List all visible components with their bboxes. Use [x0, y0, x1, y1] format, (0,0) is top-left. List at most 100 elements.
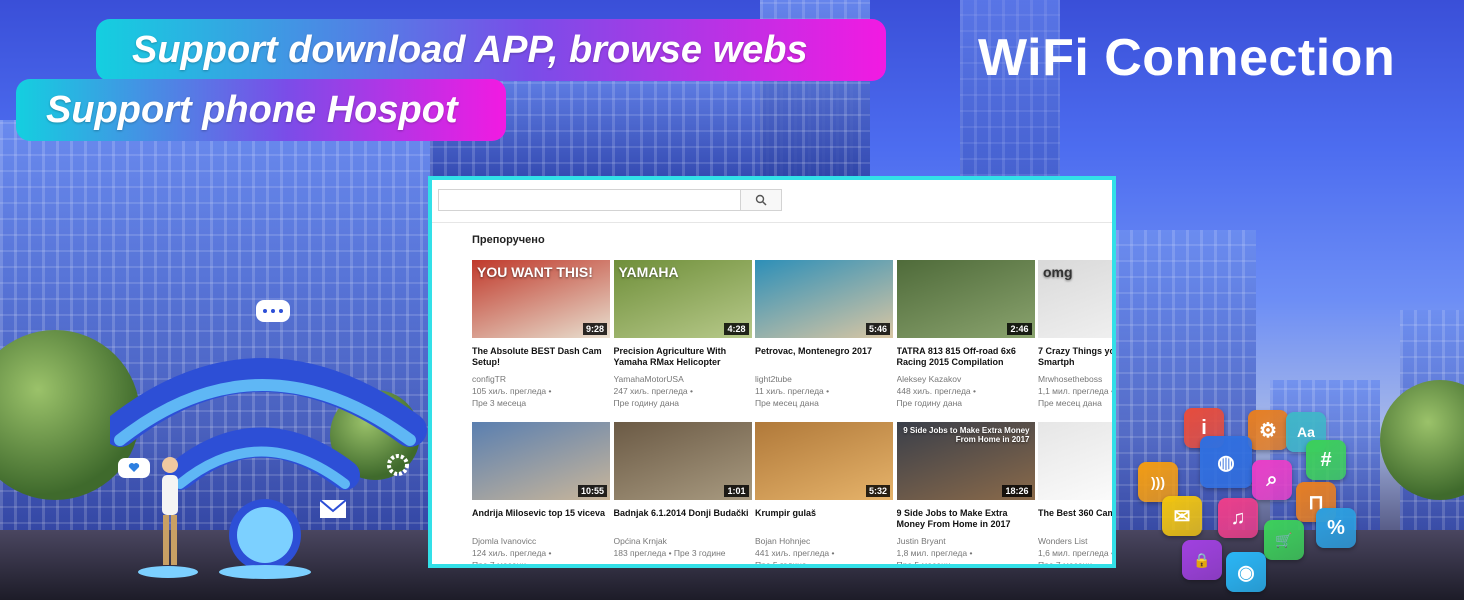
video-thumbnail[interactable]: YAMAHA 4:28 [613, 260, 752, 338]
app-icon-glyph: # [1320, 448, 1332, 471]
video-thumbnail[interactable] [1038, 422, 1112, 500]
video-duration: 5:32 [865, 485, 890, 497]
video-card[interactable]: omg 7 Crazy Things you with your Smartph M… [1038, 260, 1114, 409]
video-channel[interactable]: Bojan Hohnjec [755, 535, 893, 547]
wifi-connection-title: WiFi Connection [978, 29, 1396, 87]
app-icon-glyph: 🛒 [1275, 531, 1293, 548]
app-icon-glyph: 🔒 [1193, 551, 1211, 568]
camera-icon: ◉ [1226, 552, 1266, 592]
video-card[interactable]: 9 Side Jobs to Make Extra Money From Hom… [896, 422, 1035, 568]
video-age: Пре 5 месеци [896, 560, 951, 568]
video-card[interactable]: 2:46 TATRA 813 815 Off-road 6x6 Racing 20… [896, 260, 1035, 409]
video-thumbnail[interactable]: YOU WANT THIS! 9:28 [472, 260, 610, 338]
video-title[interactable]: 9 Side Jobs to Make Extra Money From Hom… [897, 508, 1035, 530]
video-thumbnail[interactable]: omg [1038, 260, 1112, 338]
globe-icon: ◍ [1200, 436, 1252, 488]
download-banner: Support download APP, browse webs [96, 19, 886, 81]
video-duration: 5:46 [865, 323, 890, 335]
browser-top-bar [432, 180, 1112, 223]
video-card[interactable]: YAMAHA 4:28 Precision Agriculture With Yam… [613, 260, 752, 409]
music-icon: ♫ [1218, 498, 1258, 538]
video-views: 124 хиљ. прегледа • [472, 548, 552, 558]
app-icon-glyph: ✉ [1173, 505, 1191, 528]
video-title[interactable]: Precision Agriculture With Yamaha RMax H… [614, 346, 752, 368]
app-icon-glyph: Aa [1297, 424, 1315, 440]
video-duration: 10:55 [577, 485, 607, 497]
video-card[interactable]: 5:46 Petrovac, Montenegro 2017 light2tube 1… [755, 260, 893, 409]
video-thumbnail[interactable]: 5:46 [755, 260, 893, 338]
video-title[interactable]: 7 Crazy Things you with your Smartph [1038, 346, 1112, 368]
app-icon-glyph: ◍ [1217, 451, 1235, 474]
video-thumbnail[interactable]: 2:46 [896, 260, 1035, 338]
video-thumbnail[interactable]: 5:32 [755, 422, 893, 500]
video-thumbnail[interactable]: 10:55 [472, 422, 610, 500]
video-title[interactable]: Badnjak 6.1.2014 Donji Budački [614, 508, 752, 530]
video-title[interactable]: Krumpir gulaš [755, 508, 893, 530]
video-channel[interactable]: light2tube [755, 373, 893, 385]
hotspot-banner-text: Support phone Hospot [46, 88, 458, 131]
video-duration: 2:46 [1007, 323, 1032, 335]
video-age: Пре годину дана [896, 398, 963, 408]
video-thumbnail[interactable]: 9 Side Jobs to Make Extra Money From Hom… [896, 422, 1035, 500]
app-icon-glyph: ◉ [1237, 561, 1255, 584]
video-age: Пре 3 месеца [472, 398, 527, 408]
video-channel[interactable]: configTR [472, 373, 610, 385]
video-thumbnail[interactable]: 1:01 [613, 422, 752, 500]
app-icon-glyph: ⚙ [1259, 419, 1277, 442]
video-title[interactable]: The Best 360 Cam 2017 [1038, 508, 1112, 530]
video-views: 105 хиљ. прегледа • [472, 386, 552, 396]
video-channel[interactable]: Wonders List [1038, 535, 1112, 547]
thumbnail-text: YAMAHA [618, 264, 679, 280]
mail-icon: ✉ [1162, 496, 1202, 536]
app-icon-glyph: ♫ [1230, 506, 1246, 529]
video-channel[interactable]: YamahaMotorUSA [614, 373, 752, 385]
thumbnail-text: omg [1043, 264, 1073, 280]
search-button[interactable] [740, 189, 782, 211]
wifi-illustration [110, 300, 427, 579]
percent-icon: % [1316, 508, 1356, 548]
app-icon-glyph: ⌕ [1266, 468, 1278, 491]
video-duration: 18:26 [1002, 485, 1032, 497]
video-age: Пре 7 месеци [472, 560, 527, 568]
search-icon: ⌕ [1252, 460, 1292, 500]
video-views: 1,8 мил. прегледа • [896, 548, 973, 558]
video-channel[interactable]: Aleksey Kazakov [897, 373, 1035, 385]
video-views: 1,1 мил. прегледа • [1038, 386, 1114, 396]
video-channel[interactable]: Mrwhosetheboss [1038, 373, 1112, 385]
video-title[interactable]: TATRA 813 815 Off-road 6x6 Racing 2015 C… [897, 346, 1035, 368]
video-channel[interactable]: Djomla Ivanovicc [472, 535, 610, 547]
gear-icon [387, 454, 409, 476]
video-title[interactable]: Petrovac, Montenegro 2017 [755, 346, 893, 368]
search-input[interactable] [438, 189, 740, 211]
cart-icon: 🛒 [1264, 520, 1304, 560]
video-views: 247 хиљ. прегледа • [613, 386, 693, 396]
hotspot-banner: Support phone Hospot [16, 79, 506, 141]
app-icon-glyph: % [1327, 516, 1345, 539]
video-card[interactable]: The Best 360 Cam 2017 Wonders List1,6 мил… [1038, 422, 1114, 568]
video-age: Пре 5 година [755, 560, 807, 568]
video-card[interactable]: 10:55 Andrija Milosevic top 15 viceva Djom… [472, 422, 610, 568]
thumbnail-text: 9 Side Jobs to Make Extra Money From Hom… [903, 426, 1030, 444]
video-age: Пре годину дана [613, 398, 680, 408]
calculator-icon: # [1306, 440, 1346, 480]
section-title: Препоручено [472, 234, 545, 246]
browser-window: Препоручено YOU WANT THIS! 9:28 The Absolu… [428, 176, 1116, 568]
thumbnail-text: YOU WANT THIS! [477, 264, 593, 280]
video-age: Пре месец дана [1038, 398, 1102, 408]
settings-icon: ⚙ [1248, 410, 1288, 450]
video-duration: 1:01 [724, 485, 749, 497]
video-duration: 9:28 [582, 323, 607, 335]
download-banner-text: Support download APP, browse webs [132, 28, 808, 71]
video-title[interactable]: The Absolute BEST Dash Cam Setup! [472, 346, 610, 368]
video-duration: 4:28 [724, 323, 749, 335]
video-channel[interactable]: Justin Bryant [897, 535, 1035, 547]
video-channel[interactable]: Općina Krnjak [614, 535, 752, 547]
video-card[interactable]: YOU WANT THIS! 9:28 The Absolute BEST Dash… [472, 260, 610, 409]
video-title[interactable]: Andrija Milosevic top 15 viceva [472, 508, 610, 530]
mail-icon [319, 499, 347, 518]
video-card[interactable]: 1:01 Badnjak 6.1.2014 Donji Budački Općina… [613, 422, 752, 559]
video-views: 1,6 мил. прегледа • [1038, 548, 1114, 558]
video-card[interactable]: 5:32 Krumpir gulaš Bojan Hohnjec 441 хиљ. п… [755, 422, 893, 568]
video-age: Пре месец дана [755, 398, 819, 408]
video-age: Пре 7 месеци [1038, 560, 1093, 568]
